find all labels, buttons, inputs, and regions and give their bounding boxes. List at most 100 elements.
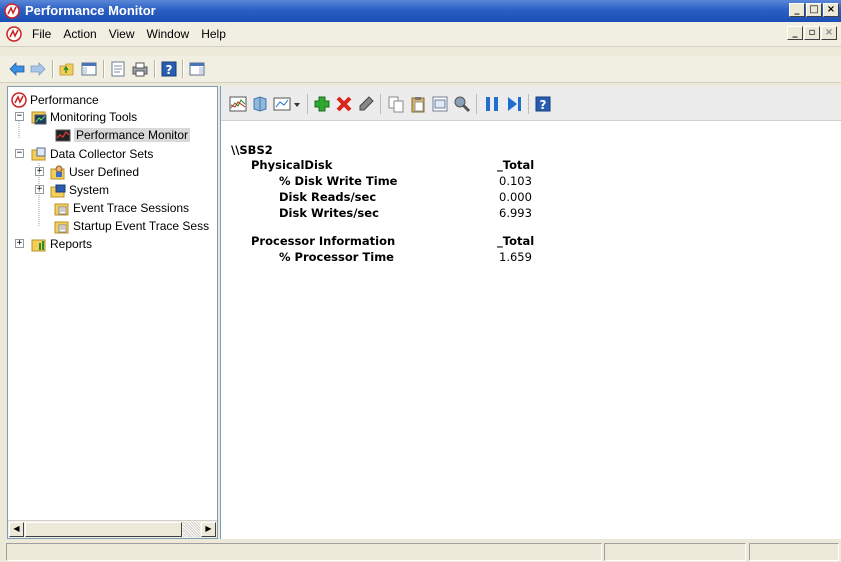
collapse-expander[interactable]: − — [15, 149, 24, 158]
mdi-controls: _ ▫ × — [787, 26, 837, 40]
properties-icon[interactable] — [109, 60, 127, 78]
properties-icon[interactable] — [431, 95, 449, 113]
report-counter-name: Disk Writes/sec — [279, 206, 379, 220]
tree-label-data-collector-sets: Data Collector Sets — [50, 146, 154, 161]
event-trace-sessions-icon — [54, 203, 69, 215]
menu-help[interactable]: Help — [195, 27, 232, 41]
data-collector-sets-icon — [31, 147, 46, 160]
scroll-thumb[interactable] — [25, 522, 182, 537]
svg-text:?: ? — [166, 63, 173, 77]
svg-text:?: ? — [540, 98, 547, 112]
tree-item-monitoring-tools[interactable]: − Monitoring Tools — [15, 108, 137, 125]
title-bar: Performance Monitor _ □ × — [0, 0, 841, 22]
tree-item-system[interactable]: + System — [35, 181, 109, 198]
back-arrow-icon[interactable] — [8, 60, 26, 78]
performance-monitor-icon — [55, 129, 71, 141]
expand-expander[interactable]: + — [35, 185, 44, 194]
tree-label-performance-monitor: Performance Monitor — [74, 127, 191, 142]
highlight-icon[interactable] — [357, 95, 375, 113]
tree-label-performance: Performance — [30, 92, 99, 107]
system-icon — [50, 184, 66, 197]
main-toolbar: ? — [0, 56, 841, 83]
report-counter-value: 0.103 — [499, 174, 532, 188]
forward-arrow-icon[interactable] — [29, 60, 47, 78]
action-pane-icon[interactable] — [188, 60, 206, 78]
scroll-right-button[interactable]: ▶ — [201, 522, 216, 537]
tree-label-event-trace-sessions: Event Trace Sessions — [73, 200, 190, 215]
change-graph-type-icon[interactable] — [229, 95, 247, 113]
performance-monitor-pane: ? \\SBS2 PhysicalDisk _Total % Disk Writ… — [220, 86, 841, 539]
menu-bar: File Action View Window Help _ ▫ × — [0, 22, 841, 47]
dropdown-arrow-icon[interactable] — [292, 95, 302, 113]
report-counter-value: 6.993 — [499, 206, 532, 220]
status-bar — [0, 540, 841, 562]
menu-action[interactable]: Action — [57, 27, 102, 41]
add-counter-icon[interactable] — [313, 95, 331, 113]
view-type-icon[interactable] — [273, 95, 291, 113]
performance-monitor-app-icon[interactable] — [4, 3, 20, 19]
tree-item-data-collector-sets[interactable]: − Data Collector Sets — [15, 145, 153, 162]
report-counter-name: Disk Reads/sec — [279, 190, 377, 204]
console-tree: Performance − Monitoring Tools Performan… — [7, 86, 218, 539]
tree-label-startup-event-trace-sessions: Startup Event Trace Sess — [73, 218, 210, 233]
expand-expander[interactable]: + — [15, 239, 24, 248]
scroll-track[interactable] — [183, 522, 200, 537]
report-machine-name: \\SBS2 — [231, 143, 273, 157]
menu-window[interactable]: Window — [141, 27, 196, 41]
show-hide-tree-icon[interactable] — [80, 60, 98, 78]
print-icon[interactable] — [131, 60, 149, 78]
report-counter-value: 1.659 — [499, 250, 532, 264]
performance-icon — [11, 91, 27, 108]
report-instance-header: _Total — [497, 158, 535, 172]
report-counter-value: 0.000 — [499, 190, 532, 204]
system-menu-icon[interactable] — [6, 26, 22, 42]
help-icon[interactable]: ? — [534, 95, 552, 113]
up-folder-icon[interactable] — [58, 60, 76, 78]
report-counter-name: % Processor Time — [279, 250, 394, 264]
status-panel-3 — [749, 543, 839, 561]
tree-label-system: System — [69, 182, 110, 197]
tree-item-reports[interactable]: + Reports — [15, 235, 92, 252]
copy-icon[interactable] — [387, 95, 405, 113]
freeze-display-icon[interactable] — [251, 95, 269, 113]
startup-event-trace-sessions-icon — [54, 221, 69, 233]
tree-item-startup-event-trace-sessions[interactable]: Startup Event Trace Sess — [54, 217, 209, 234]
reports-icon — [31, 239, 46, 251]
help-icon[interactable]: ? — [160, 60, 178, 78]
collapse-expander[interactable]: − — [15, 112, 24, 121]
menu-file[interactable]: File — [30, 27, 57, 41]
pause-icon[interactable] — [483, 95, 501, 113]
tree-item-performance[interactable]: Performance — [11, 91, 99, 108]
zoom-icon[interactable] — [453, 95, 471, 113]
status-panel-2 — [604, 543, 746, 561]
graph-toolbar: ? — [221, 86, 841, 121]
window-controls: _ □ × — [789, 3, 839, 17]
delete-counter-icon[interactable] — [335, 95, 353, 113]
tree-label-monitoring-tools: Monitoring Tools — [50, 109, 138, 124]
close-button[interactable]: × — [823, 3, 839, 17]
tree-label-user-defined: User Defined — [69, 164, 140, 179]
window-title: Performance Monitor — [25, 3, 156, 18]
minimize-button[interactable]: _ — [789, 3, 805, 17]
report-object-processor-information: Processor Information — [251, 234, 396, 248]
menu-view[interactable]: View — [103, 27, 141, 41]
scroll-left-button[interactable]: ◀ — [9, 522, 24, 537]
report-counter-name: % Disk Write Time — [279, 174, 398, 188]
tree-item-performance-monitor[interactable]: Performance Monitor — [55, 126, 191, 143]
tree-label-reports: Reports — [50, 236, 93, 251]
maximize-button[interactable]: □ — [806, 3, 822, 17]
mdi-minimize-button[interactable]: _ — [787, 26, 803, 40]
paste-icon[interactable] — [409, 95, 427, 113]
mdi-restore-button[interactable]: ▫ — [804, 26, 820, 40]
monitoring-tools-icon — [31, 111, 47, 124]
status-panel-main — [6, 543, 602, 561]
tree-item-event-trace-sessions[interactable]: Event Trace Sessions — [54, 199, 189, 216]
tree-item-user-defined[interactable]: + User Defined — [35, 163, 139, 180]
mdi-close-button[interactable]: × — [821, 26, 837, 40]
user-defined-icon — [50, 165, 65, 179]
report-object-physicaldisk: PhysicalDisk — [251, 158, 333, 172]
report-instance-header: _Total — [497, 234, 535, 248]
expand-expander[interactable]: + — [35, 167, 44, 176]
update-data-icon[interactable] — [505, 95, 523, 113]
tree-horizontal-scrollbar[interactable]: ◀ ▶ — [8, 520, 217, 538]
